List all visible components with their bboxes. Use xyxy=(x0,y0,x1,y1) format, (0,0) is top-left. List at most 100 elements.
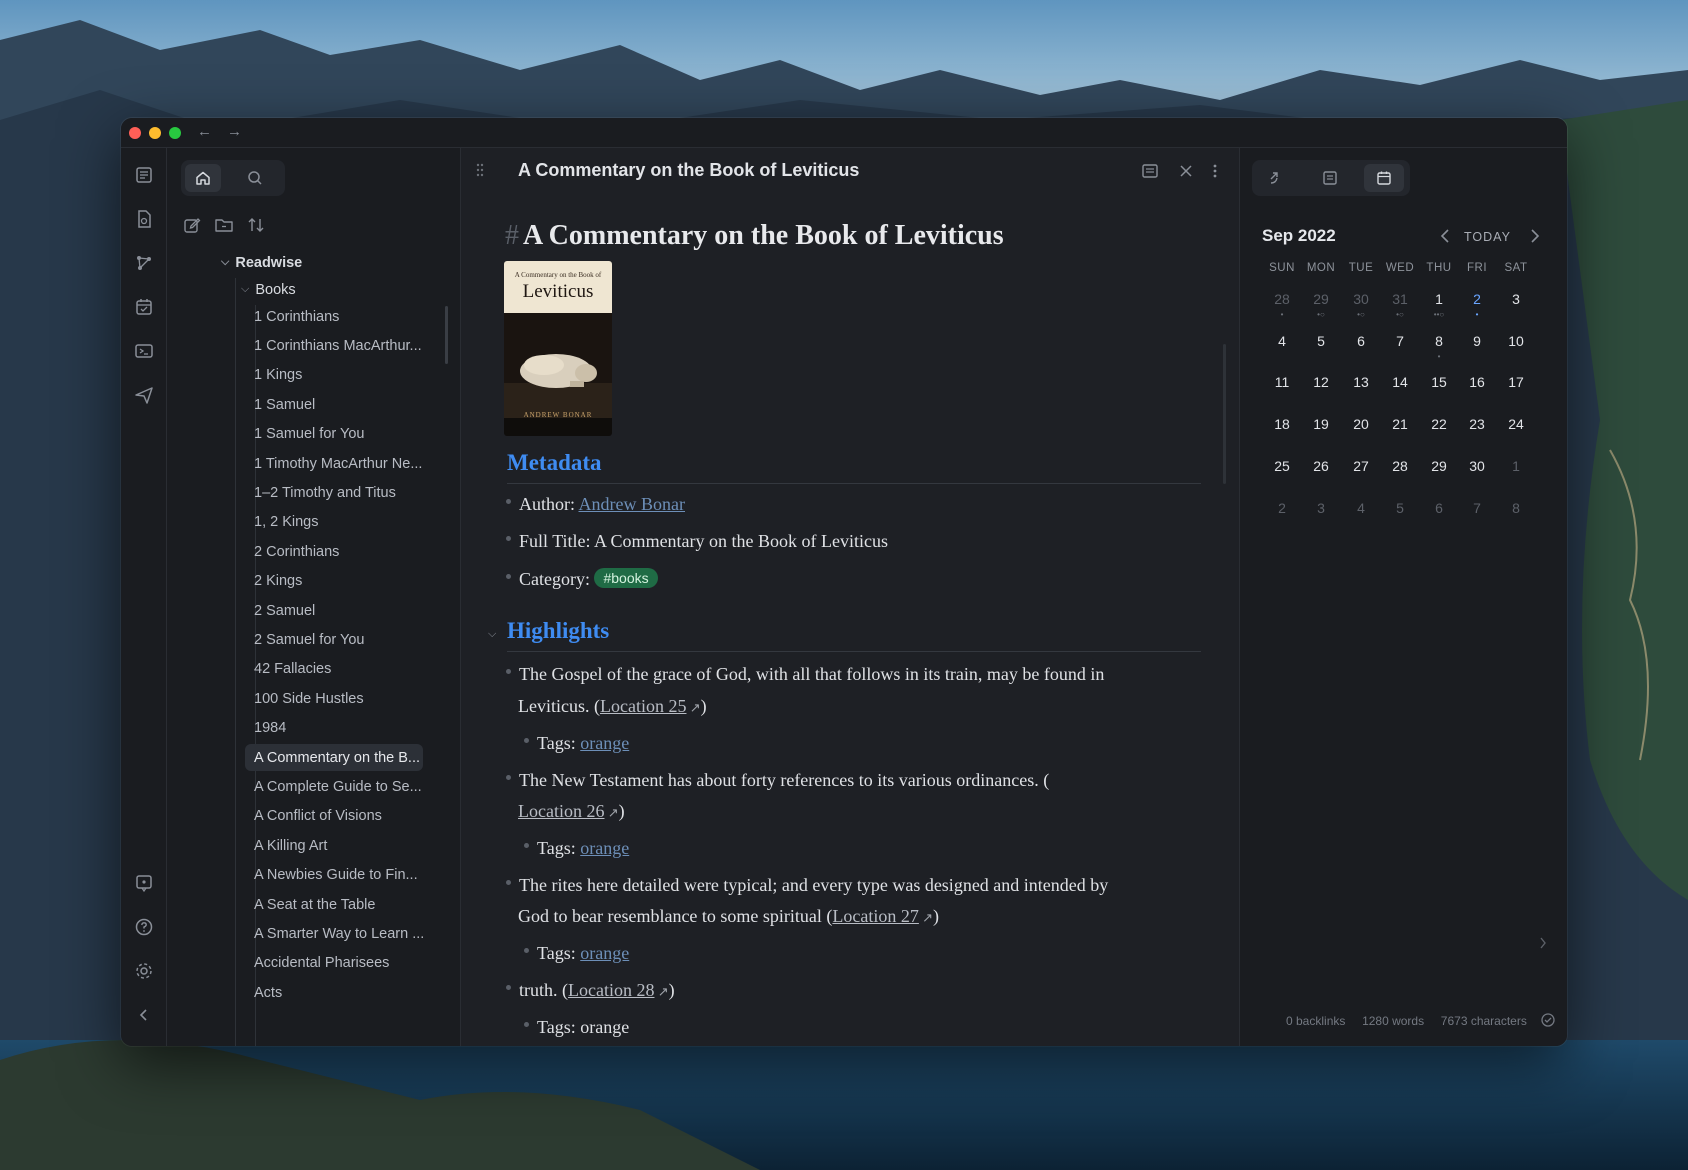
sidebar-item-book[interactable]: 42 Fallacies xyxy=(245,656,423,683)
send-icon[interactable] xyxy=(133,384,155,406)
calendar-day[interactable]: 4 xyxy=(1262,333,1302,349)
calendar-day[interactable]: 24 xyxy=(1496,416,1536,432)
calendar-day[interactable]: 29 xyxy=(1419,458,1459,474)
close-window-button[interactable] xyxy=(129,127,141,139)
calendar-icon[interactable] xyxy=(133,296,155,318)
calendar-tab[interactable] xyxy=(1364,164,1404,192)
calendar-day[interactable]: 6 xyxy=(1341,333,1381,349)
sidebar-item-book[interactable]: A Killing Art xyxy=(245,832,423,859)
help-feedback-icon[interactable] xyxy=(133,872,155,894)
calendar-day[interactable]: 7 xyxy=(1457,500,1497,516)
location-link[interactable]: Location 28 xyxy=(568,980,654,1000)
more-options-icon[interactable] xyxy=(1211,163,1219,179)
sidebar-item-book[interactable]: 1 Samuel for You xyxy=(245,421,423,448)
sidebar-item-book[interactable]: A Newbies Guide to Fin... xyxy=(245,862,423,889)
sidebar-item-book[interactable]: 2 Kings xyxy=(245,568,423,595)
calendar-day[interactable]: 1 xyxy=(1496,458,1536,474)
calendar-day[interactable]: 20 xyxy=(1341,416,1381,432)
chevron-right-icon[interactable] xyxy=(1528,228,1542,244)
sidebar-item-book[interactable]: A Complete Guide to Se... xyxy=(245,773,423,800)
tag-link[interactable]: orange xyxy=(580,838,629,858)
location-link[interactable]: Location 27 xyxy=(832,906,918,926)
sync-status-icon[interactable] xyxy=(1540,1012,1556,1028)
outline-tab[interactable] xyxy=(1310,164,1350,192)
new-folder-icon[interactable] xyxy=(213,214,235,236)
document-icon[interactable] xyxy=(133,208,155,230)
sort-icon[interactable] xyxy=(245,214,267,236)
sidebar-item-book[interactable]: Acts xyxy=(245,979,423,1006)
new-note-icon[interactable] xyxy=(181,214,203,236)
sidebar-item-book[interactable]: A Conflict of Visions xyxy=(245,803,423,830)
folder-books[interactable]: ⌵ Books xyxy=(241,276,296,303)
calendar-day[interactable]: 18 xyxy=(1262,416,1302,432)
chevron-right-icon[interactable] xyxy=(1538,936,1548,950)
calendar-day[interactable]: 2 xyxy=(1262,500,1302,516)
calendar-day[interactable]: 2 xyxy=(1457,291,1497,307)
graph-icon[interactable] xyxy=(133,252,155,274)
calendar-day[interactable]: 21 xyxy=(1380,416,1420,432)
sidebar-item-book[interactable]: 1 Samuel xyxy=(245,391,423,418)
sidebar-item-book[interactable]: 1–2 Timothy and Titus xyxy=(245,479,423,506)
sidebar-item-book[interactable]: A Commentary on the B... xyxy=(245,744,423,771)
drag-handle-icon[interactable] xyxy=(475,162,485,178)
search-tab[interactable] xyxy=(237,164,273,192)
calendar-day[interactable]: 29 xyxy=(1301,291,1341,307)
calendar-day[interactable]: 3 xyxy=(1496,291,1536,307)
calendar-day[interactable]: 8 xyxy=(1419,333,1459,349)
sidebar-item-book[interactable]: 1 Corinthians xyxy=(245,303,423,330)
pages-icon[interactable] xyxy=(133,164,155,186)
calendar-day[interactable]: 5 xyxy=(1380,500,1420,516)
folder-readwise[interactable]: ⌵ Readwise xyxy=(221,249,302,276)
sidebar-item-book[interactable]: A Seat at the Table xyxy=(245,891,423,918)
calendar-day[interactable]: 8 xyxy=(1496,500,1536,516)
calendar-day[interactable]: 30 xyxy=(1341,291,1381,307)
location-link[interactable]: Location 25 xyxy=(600,696,686,716)
category-tag[interactable]: #books xyxy=(594,568,658,588)
tag-link[interactable]: orange xyxy=(580,943,629,963)
calendar-day[interactable]: 22 xyxy=(1419,416,1459,432)
chevron-down-icon[interactable]: ⌵ xyxy=(488,628,496,641)
sidebar-item-book[interactable]: 2 Corinthians xyxy=(245,538,423,565)
calendar-day[interactable]: 12 xyxy=(1301,374,1341,390)
calendar-day[interactable]: 9 xyxy=(1457,333,1497,349)
sidebar-item-book[interactable]: 1, 2 Kings xyxy=(245,509,423,536)
sidebar-item-book[interactable]: 1 Corinthians MacArthur... xyxy=(245,332,423,359)
calendar-day[interactable]: 30 xyxy=(1457,458,1497,474)
calendar-day[interactable]: 14 xyxy=(1380,374,1420,390)
calendar-day[interactable]: 26 xyxy=(1301,458,1341,474)
sidebar-item-book[interactable]: 1 Kings xyxy=(245,362,423,389)
sidebar-item-book[interactable]: 1 Timothy MacArthur Ne... xyxy=(245,450,423,477)
calendar-day[interactable]: 5 xyxy=(1301,333,1341,349)
sidebar-item-book[interactable]: 100 Side Hustles xyxy=(245,685,423,712)
calendar-day[interactable]: 13 xyxy=(1341,374,1381,390)
collapse-icon[interactable] xyxy=(133,1004,155,1026)
sidebar-item-book[interactable]: 1984 xyxy=(245,715,423,742)
sidebar-item-book[interactable]: 2 Samuel xyxy=(245,597,423,624)
calendar-day[interactable]: 28 xyxy=(1380,458,1420,474)
calendar-day[interactable]: 1 xyxy=(1419,291,1459,307)
today-button[interactable]: TODAY xyxy=(1464,230,1511,244)
chevron-left-icon[interactable] xyxy=(1438,228,1452,244)
sidebar-item-book[interactable]: 2 Samuel for You xyxy=(245,626,423,653)
reading-view-icon[interactable] xyxy=(1141,162,1159,180)
calendar-day[interactable]: 17 xyxy=(1496,374,1536,390)
calendar-day[interactable]: 19 xyxy=(1301,416,1341,432)
calendar-day[interactable]: 6 xyxy=(1419,500,1459,516)
help-icon[interactable] xyxy=(133,916,155,938)
forward-arrow-icon[interactable]: → xyxy=(227,123,242,140)
close-icon[interactable] xyxy=(1178,163,1194,179)
back-arrow-icon[interactable]: ← xyxy=(197,123,212,140)
zoom-window-button[interactable] xyxy=(169,127,181,139)
backlinks-tab[interactable] xyxy=(1256,164,1296,192)
settings-icon[interactable] xyxy=(133,960,155,982)
calendar-day[interactable]: 16 xyxy=(1457,374,1497,390)
calendar-day[interactable]: 10 xyxy=(1496,333,1536,349)
location-link[interactable]: Location 26 xyxy=(518,801,604,821)
calendar-day[interactable]: 15 xyxy=(1419,374,1459,390)
calendar-day[interactable]: 3 xyxy=(1301,500,1341,516)
sidebar-item-book[interactable]: A Smarter Way to Learn ... xyxy=(245,920,424,947)
sidebar-scrollbar[interactable] xyxy=(445,306,448,364)
tag-link[interactable]: orange xyxy=(580,733,629,753)
calendar-day[interactable]: 4 xyxy=(1341,500,1381,516)
minimize-window-button[interactable] xyxy=(149,127,161,139)
